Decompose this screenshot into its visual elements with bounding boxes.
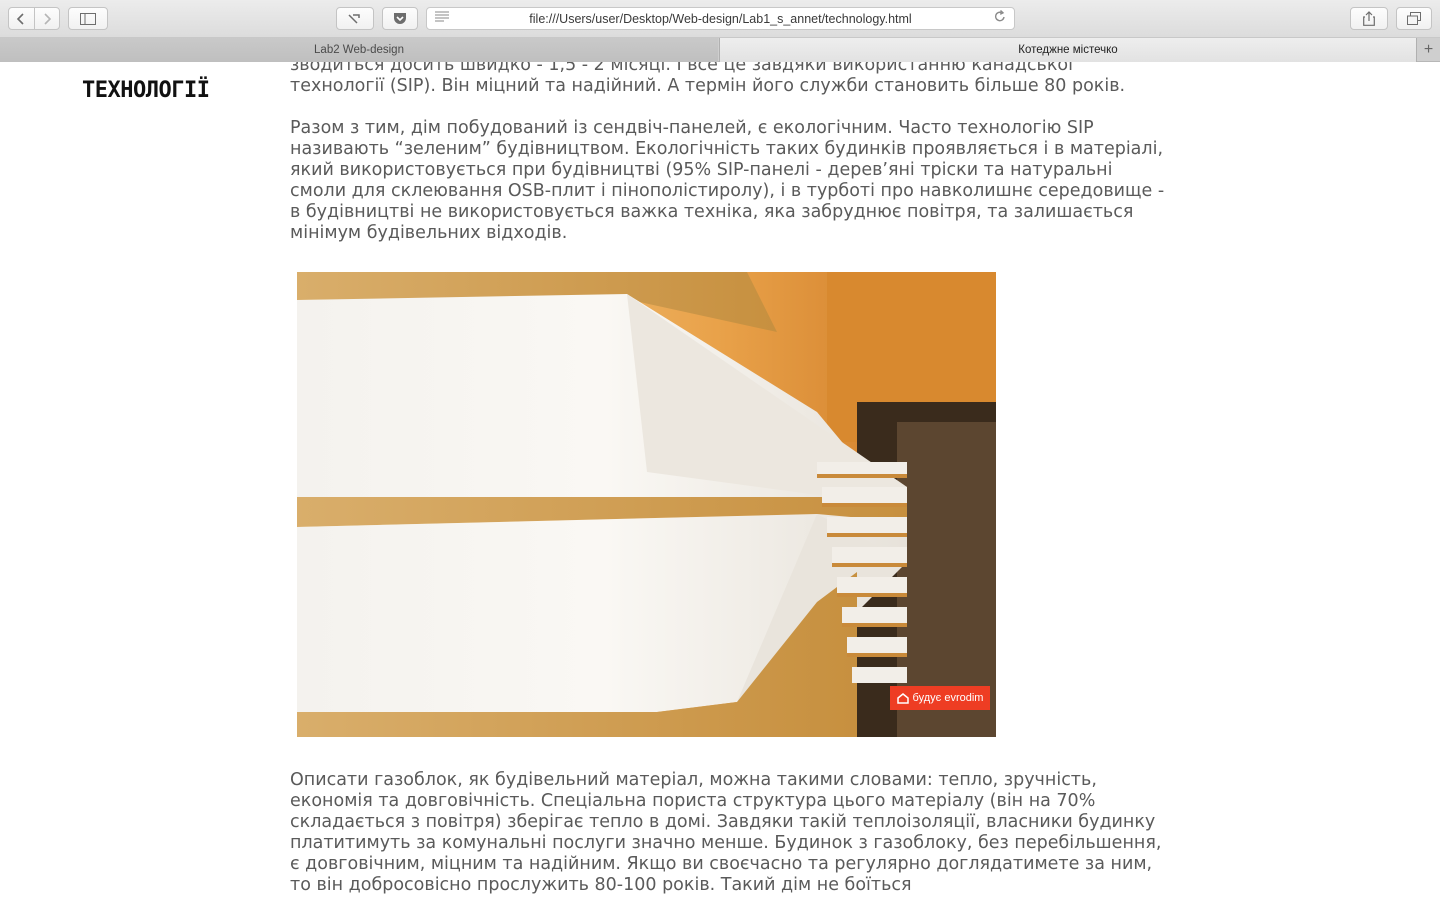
sidebar-icon	[80, 12, 96, 25]
paragraph-gas-block: Описати газоблок, як будівельний матеріа…	[290, 770, 1162, 895]
paragraph-sip-speed: зводиться досить швидко - 1,5 - 2 місяці…	[290, 62, 1126, 96]
new-tab-button[interactable]: +	[1417, 38, 1440, 62]
chevron-left-icon	[17, 12, 24, 25]
tabs-icon	[1407, 12, 1421, 25]
address-bar[interactable]: file:///Users/user/Desktop/Web-design/La…	[426, 7, 1015, 30]
evrodim-badge-text: будує evrodim	[912, 691, 984, 704]
extension-button[interactable]	[336, 7, 374, 30]
navigation-buttons	[8, 7, 60, 30]
section-title: ТЕХНОЛОГІЇ	[82, 78, 210, 103]
back-button[interactable]	[9, 8, 34, 29]
url-text: file:///Users/user/Desktop/Web-design/La…	[529, 12, 912, 26]
article-content: зводиться досить швидко - 1,5 - 2 місяці…	[290, 62, 1170, 895]
house-logo-icon	[896, 692, 909, 704]
paragraph-sip-ecology: Разом з тим, дім побудований із сендвіч-…	[290, 118, 1165, 243]
chevron-right-icon	[44, 12, 51, 25]
tabs-overview-button[interactable]	[1396, 7, 1432, 30]
pocket-icon	[394, 13, 406, 24]
tab-cottage-town[interactable]: Котеджне містечко	[719, 38, 1417, 62]
forward-button[interactable]	[33, 8, 60, 29]
evrodim-badge: будує evrodim	[890, 686, 990, 710]
share-button[interactable]	[1350, 7, 1388, 30]
hammer-icon	[348, 13, 360, 24]
browser-toolbar: file:///Users/user/Desktop/Web-design/La…	[0, 0, 1440, 38]
share-icon	[1363, 11, 1375, 26]
sip-panels-image	[297, 272, 996, 737]
sip-panels-photo: будує evrodim	[297, 272, 996, 737]
page-viewport[interactable]: ТЕХНОЛОГІЇ зводиться досить швидко - 1,5…	[0, 62, 1440, 900]
sidebar-button[interactable]	[68, 7, 108, 30]
pocket-button[interactable]	[382, 7, 418, 30]
tab-lab2-web-design[interactable]: Lab2 Web-design	[0, 38, 718, 62]
reload-icon[interactable]	[994, 9, 1006, 26]
tab-bar: Lab2 Web-design Котеджне містечко +	[0, 38, 1440, 62]
